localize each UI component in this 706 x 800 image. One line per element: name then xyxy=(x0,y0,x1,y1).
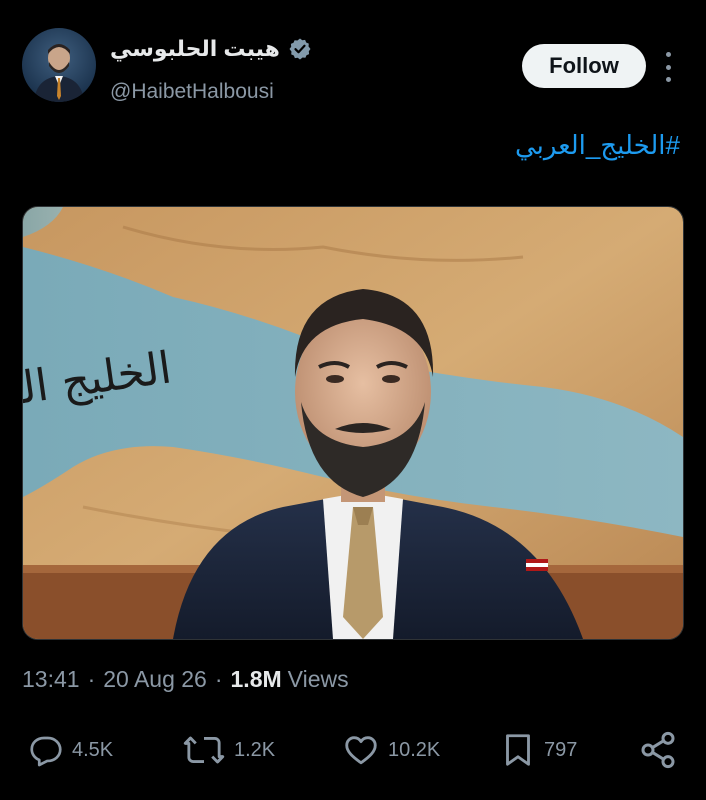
reply-icon xyxy=(30,736,62,767)
repost-count: 1.2K xyxy=(234,738,276,761)
meta-separator: · xyxy=(87,665,96,692)
bookmark-icon xyxy=(506,734,530,766)
more-options-icon[interactable] xyxy=(658,52,678,82)
meta-separator: · xyxy=(214,665,223,692)
author-display-name[interactable]: هيبت الحلبوسي xyxy=(110,36,280,62)
share-button[interactable] xyxy=(638,730,678,770)
views-count[interactable]: 1.8M xyxy=(231,666,282,693)
reply-button[interactable]: 4.5K xyxy=(28,730,113,770)
reply-count: 4.5K xyxy=(72,738,114,761)
tweet-image[interactable]: الخليج العربي xyxy=(22,206,684,640)
tweet-action-bar: 4.5K 1.2K 10.2K 797 xyxy=(0,722,706,778)
like-button[interactable]: 10.2K xyxy=(342,730,440,770)
like-count: 10.2K xyxy=(388,738,441,761)
share-icon xyxy=(641,731,675,769)
avatar[interactable] xyxy=(22,28,96,102)
bookmark-button[interactable]: 797 xyxy=(500,730,577,770)
tweet-date[interactable]: 20 Aug 26 xyxy=(103,666,207,693)
tweet-meta: 13:41 · 20 Aug 26 · 1.8M Views xyxy=(22,662,349,696)
author-name-row[interactable]: هيبت الحلبوسي xyxy=(110,34,312,64)
verified-badge-icon xyxy=(289,38,311,60)
bookmark-count: 797 xyxy=(544,738,578,761)
follow-button[interactable]: Follow xyxy=(522,44,646,88)
views-label: Views xyxy=(287,665,349,692)
repost-icon xyxy=(183,736,225,764)
tweet-hashtag-link[interactable]: #الخليج_العربي xyxy=(515,130,680,161)
heart-icon xyxy=(345,736,377,765)
tweet-time[interactable]: 13:41 xyxy=(22,666,80,693)
author-handle[interactable]: @HaibetHalbousi xyxy=(110,80,274,104)
repost-button[interactable]: 1.2K xyxy=(182,730,275,770)
